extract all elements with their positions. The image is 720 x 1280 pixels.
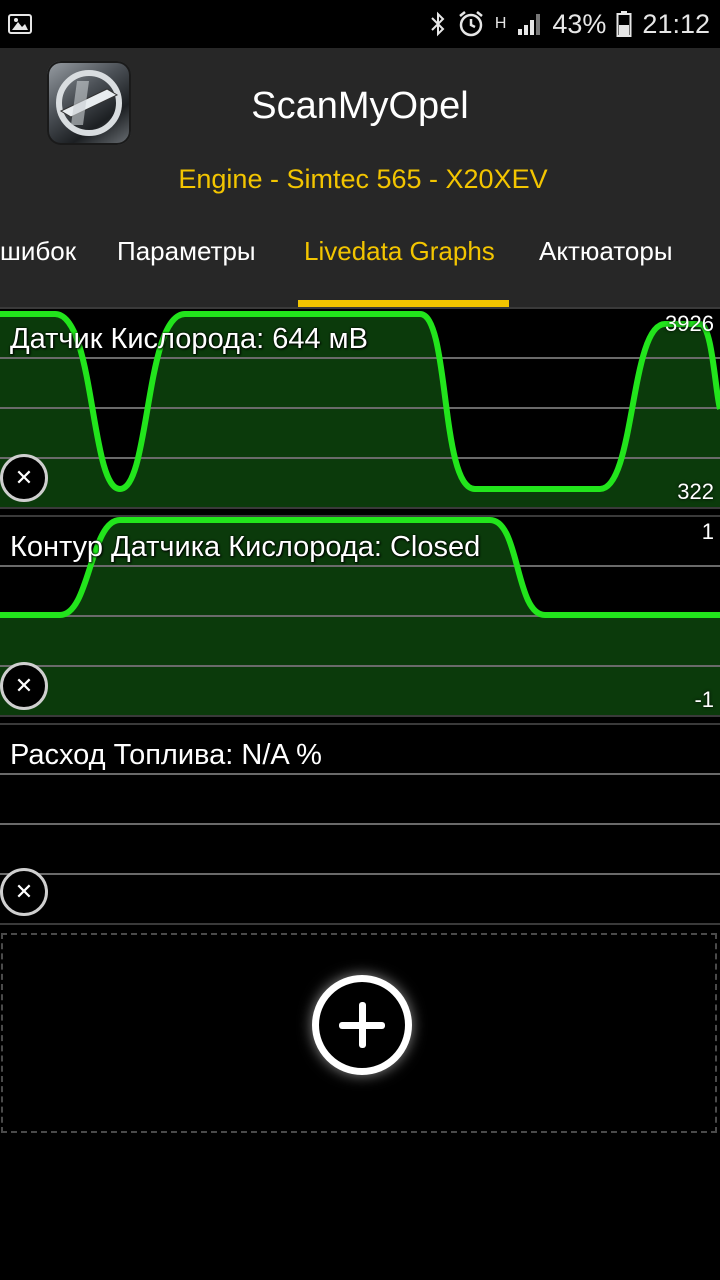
graph-panel-oxygen-loop[interactable]: Контур Датчика Кислорода: Closed 1 -1 ✕ <box>0 515 720 717</box>
remove-graph-button[interactable]: ✕ <box>0 662 48 710</box>
graph-min-value: -1 <box>694 687 714 712</box>
status-bar: H 43% 21:12 <box>0 0 720 48</box>
add-graph-area[interactable] <box>1 933 717 1133</box>
signal-icon <box>518 14 541 35</box>
remove-graph-button[interactable]: ✕ <box>0 454 48 502</box>
add-graph-button[interactable] <box>312 975 412 1075</box>
tab-errors[interactable]: шибок <box>0 236 76 276</box>
battery-icon <box>616 11 632 37</box>
graph-label: Контур Датчика Кислорода: Closed <box>10 531 481 563</box>
graph-max-value: 1 <box>701 519 714 544</box>
tab-livedata-graphs[interactable]: Livedata Graphs <box>304 236 495 276</box>
tab-bar: шибок Параметры Livedata Graphs Актюатор… <box>0 228 720 308</box>
alarm-icon <box>459 11 483 37</box>
graph-max-value: 3926 <box>665 311 714 336</box>
battery-percent: 43% <box>552 8 607 39</box>
tab-actuators[interactable]: Актюаторы <box>539 236 673 276</box>
app-header: ScanMyOpel Engine - Simtec 565 - X20XEV … <box>0 48 720 308</box>
ecu-subtitle: Engine - Simtec 565 - X20XEV <box>178 164 548 194</box>
clock: 21:12 <box>642 8 710 39</box>
graph-label: Расход Топлива: N/A % <box>10 739 322 771</box>
tab-parameters[interactable]: Параметры <box>117 236 256 276</box>
graph-panel-oxygen-sensor[interactable]: Датчик Кислорода: 644 мВ 3926 322 ✕ <box>0 307 720 509</box>
remove-graph-button[interactable]: ✕ <box>0 868 48 916</box>
graph-panel-fuel-consumption[interactable]: Расход Топлива: N/A % ✕ <box>0 723 720 925</box>
gallery-icon <box>8 14 32 34</box>
graph-min-value: 322 <box>677 479 714 504</box>
network-type: H <box>494 15 507 32</box>
app-title: ScanMyOpel <box>251 85 469 127</box>
bluetooth-icon <box>431 11 445 37</box>
graph-label: Датчик Кислорода: 644 мВ <box>10 323 368 355</box>
